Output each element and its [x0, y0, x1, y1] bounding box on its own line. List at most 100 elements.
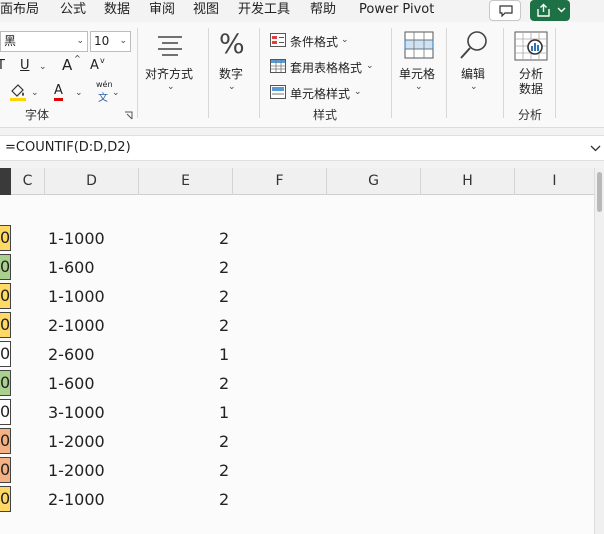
- format-as-table-button[interactable]: 套用表格格式: [290, 59, 362, 76]
- cell-e[interactable]: 2: [219, 287, 229, 306]
- cell-d[interactable]: 2-600: [48, 345, 95, 364]
- dialog-launcher-icon[interactable]: [124, 111, 133, 120]
- scrollbar-thumb[interactable]: [597, 172, 602, 212]
- cell-d[interactable]: 1-600: [48, 374, 95, 393]
- chevron-down-icon[interactable]: ⌄: [366, 61, 374, 71]
- font-name-combo[interactable]: 黑 ⌄: [0, 31, 88, 52]
- menu-developer[interactable]: 开发工具: [238, 1, 290, 19]
- column-header-g[interactable]: G: [327, 168, 421, 195]
- decrease-font-button[interactable]: A: [90, 58, 99, 73]
- share-button[interactable]: [530, 0, 570, 21]
- phonetic-char-text[interactable]: 文: [98, 89, 108, 104]
- menu-page-layout[interactable]: 面布局: [0, 1, 39, 19]
- menu-bar: 面布局 公式 数据 审阅 视图 开发工具 帮助 Power Pivot: [0, 0, 604, 22]
- cell-e[interactable]: 2: [219, 316, 229, 335]
- alignment-button[interactable]: 对齐方式: [145, 65, 193, 82]
- select-all-corner[interactable]: [0, 168, 11, 195]
- caret-up-icon: ^: [74, 54, 81, 63]
- menu-review[interactable]: 审阅: [149, 1, 175, 19]
- cell-e[interactable]: 2: [219, 374, 229, 393]
- cell-e[interactable]: 2: [219, 258, 229, 277]
- column-header-f[interactable]: F: [233, 168, 327, 195]
- cell-c[interactable]: 0: [0, 428, 11, 454]
- editing-button[interactable]: 编辑: [461, 65, 485, 82]
- increase-font-button[interactable]: A: [62, 56, 72, 74]
- comment-icon: [499, 5, 513, 17]
- cell-c[interactable]: 0: [0, 370, 11, 396]
- cell-c[interactable]: 0: [0, 225, 11, 251]
- cell-d[interactable]: 1-2000: [48, 461, 105, 480]
- cell-c[interactable]: 0: [0, 254, 11, 280]
- vertical-scrollbar[interactable]: [594, 168, 604, 534]
- formula-bar[interactable]: =COUNTIF(D:D,D2): [0, 135, 604, 161]
- chevron-down-icon[interactable]: ⌄: [470, 82, 478, 92]
- cell-c[interactable]: 0: [0, 486, 11, 512]
- menu-formulas[interactable]: 公式: [60, 1, 86, 19]
- cell-e[interactable]: 1: [219, 345, 229, 364]
- cell-d[interactable]: 1-1000: [48, 229, 105, 248]
- ribbon: 黑 ⌄ 10 ⌄ T U ⌄ A ^ A v ⌄ A ⌄ wén 文 ⌄ 字体 …: [0, 22, 604, 128]
- fill-color-icon[interactable]: [8, 82, 28, 102]
- cell-e[interactable]: 2: [219, 490, 229, 509]
- percent-icon[interactable]: %: [219, 29, 245, 60]
- chevron-down-icon[interactable]: ⌄: [112, 88, 120, 98]
- column-header-i[interactable]: I: [515, 168, 594, 195]
- cell-e[interactable]: 1: [219, 403, 229, 422]
- cell-e[interactable]: 2: [219, 432, 229, 451]
- menu-help[interactable]: 帮助: [310, 1, 336, 19]
- menu-data[interactable]: 数据: [104, 1, 130, 19]
- ribbon-separator: [391, 28, 392, 118]
- number-button[interactable]: 数字: [219, 65, 243, 82]
- font-size-value: 10: [94, 34, 110, 48]
- column-header-c[interactable]: C: [11, 168, 45, 195]
- share-icon: [537, 3, 550, 17]
- cell-d[interactable]: 1-2000: [48, 432, 105, 451]
- cell-c[interactable]: 0: [0, 399, 11, 425]
- cell-d[interactable]: 3-1000: [48, 403, 105, 422]
- chevron-down-icon[interactable]: ⌄: [415, 82, 423, 92]
- ribbon-separator: [446, 28, 447, 118]
- chevron-down-icon[interactable]: ⌄: [31, 88, 39, 98]
- phonetic-pinyin-text[interactable]: wén: [96, 80, 113, 89]
- chevron-down-icon: [557, 7, 566, 13]
- ribbon-separator: [208, 28, 209, 118]
- cell-d[interactable]: 2-1000: [48, 316, 105, 335]
- conditional-format-button[interactable]: 条件格式: [290, 33, 338, 50]
- worksheet-grid[interactable]: 0 1-1000 2 0 1-600 2 0 1-1000 2 0 2-1000 2 0 2-600 1 0 1…: [0, 195, 594, 534]
- cell-c[interactable]: 0: [0, 312, 11, 338]
- font-color-button[interactable]: A: [54, 84, 63, 101]
- cell-d[interactable]: 2-1000: [48, 490, 105, 509]
- cell-d[interactable]: 1-600: [48, 258, 95, 277]
- cell-c[interactable]: 0: [0, 283, 11, 309]
- formula-input[interactable]: =COUNTIF(D:D,D2): [5, 140, 131, 155]
- cell-e[interactable]: 2: [219, 229, 229, 248]
- menu-view[interactable]: 视图: [193, 1, 219, 19]
- search-icon[interactable]: [458, 29, 490, 61]
- chevron-down-icon[interactable]: ⌄: [341, 35, 349, 45]
- bold-partial-icon[interactable]: T: [0, 58, 5, 73]
- cell-styles-button[interactable]: 单元格样式: [290, 85, 350, 102]
- expand-formula-bar-icon[interactable]: [590, 145, 601, 152]
- column-header-d[interactable]: D: [45, 168, 139, 195]
- cell-c[interactable]: 0: [0, 341, 11, 367]
- cells-button[interactable]: 单元格: [399, 65, 435, 82]
- cell-c[interactable]: 0: [0, 457, 11, 483]
- align-icon[interactable]: [156, 34, 184, 58]
- chevron-down-icon[interactable]: ⌄: [167, 82, 175, 92]
- font-size-combo[interactable]: 10 ⌄: [90, 31, 131, 52]
- comments-button[interactable]: [489, 0, 521, 21]
- styles-group-label: 样式: [313, 108, 338, 122]
- chevron-down-icon[interactable]: ⌄: [354, 87, 362, 97]
- menu-power-pivot[interactable]: Power Pivot: [359, 1, 434, 19]
- cell-d[interactable]: 1-1000: [48, 287, 105, 306]
- column-header-h[interactable]: H: [421, 168, 515, 195]
- cells-icon[interactable]: [404, 31, 434, 59]
- font-name-value: 黑: [4, 34, 17, 48]
- analyze-data-icon[interactable]: [514, 31, 548, 61]
- column-header-e[interactable]: E: [139, 168, 233, 195]
- chevron-down-icon[interactable]: ⌄: [75, 88, 83, 98]
- underline-button[interactable]: U: [20, 58, 30, 73]
- chevron-down-icon[interactable]: ⌄: [39, 62, 47, 72]
- chevron-down-icon[interactable]: ⌄: [228, 82, 236, 92]
- cell-e[interactable]: 2: [219, 461, 229, 480]
